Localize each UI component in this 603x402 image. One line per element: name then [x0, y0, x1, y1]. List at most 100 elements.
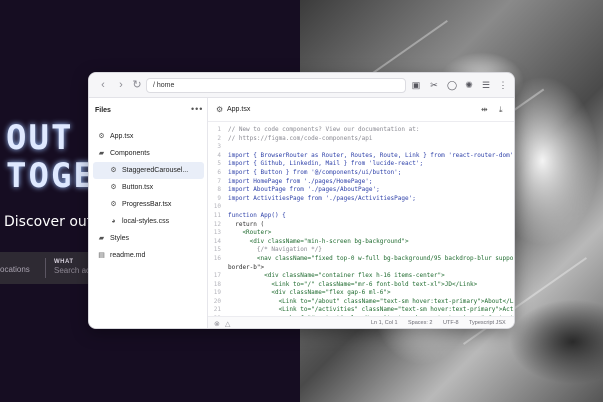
split-view-icon[interactable]: ⇹ [481, 105, 488, 114]
gear-icon: ⚙ [110, 167, 117, 174]
code-line[interactable]: 12 return ( [208, 220, 514, 230]
gear-icon: ⚙ [98, 133, 105, 140]
arrow-right-icon[interactable]: › [115, 79, 127, 91]
code-text: <Link to="/about" className="text-sm hov… [228, 297, 515, 305]
search-divider [45, 258, 46, 278]
code-text: import { BrowserRouter as Router, Routes… [228, 151, 515, 159]
cursor-position[interactable]: Ln 1, Col 1 [371, 317, 398, 328]
code-text: import { Github, Linkedin, Mail } from '… [228, 160, 424, 168]
location-text: ocations [0, 265, 30, 274]
download-icon[interactable]: ⤓ [499, 105, 503, 115]
what-search-input[interactable]: Search ac [54, 266, 90, 275]
line-number: 13 [213, 229, 221, 237]
line-number: 9 [217, 194, 221, 202]
code-text: import AboutPage from './pages/AboutPage… [228, 186, 380, 194]
gear-icon: ⚙ [110, 201, 117, 208]
line-number: 10 [213, 203, 221, 211]
line-number: 20 [213, 297, 221, 305]
notes-icon[interactable]: ☰ [480, 79, 492, 91]
code-text: return ( [228, 220, 265, 228]
file-item-app[interactable]: ⚙ App.tsx [89, 128, 208, 145]
line-number: 6 [217, 168, 221, 176]
error-icon[interactable]: ⊗ [214, 318, 220, 328]
code-text: // New to code components? View our docu… [228, 126, 420, 133]
code-line[interactable]: 15 {/* Navigation */} [208, 246, 514, 255]
language-status[interactable]: Typescript JSX [469, 317, 506, 328]
code-line[interactable]: 6 import { Button } from '@/components/ui… [208, 168, 514, 178]
line-number: 1 [217, 126, 221, 133]
code-text: border-b"> [228, 263, 265, 271]
hero-title-line-1: OUT [6, 118, 74, 158]
code-area[interactable]: 1 // New to code components? View our doc… [208, 126, 515, 316]
code-text: <Link to="/activities" className="text-s… [228, 306, 515, 314]
more-icon[interactable]: ⋮ [497, 79, 509, 91]
file-item-local-styles[interactable]: ◕ local-styles.css [89, 213, 208, 230]
line-number: 11 [213, 211, 221, 219]
code-line[interactable]: 20 <Link to="/about" className="text-sm … [208, 297, 515, 307]
line-number: 2 [217, 134, 221, 142]
arrow-left-icon[interactable]: ‹ [97, 79, 109, 91]
hero-title-line-2: TOGE [6, 156, 96, 196]
line-number: 21 [213, 306, 221, 314]
code-line[interactable]: 5 import { Github, Linkedin, Mail } from … [208, 160, 514, 169]
gear-icon: ⚙ [216, 105, 224, 114]
sparkle-icon[interactable]: ✺ [463, 79, 475, 91]
code-line[interactable]: 3 [208, 143, 514, 152]
line-number: 16 [213, 254, 221, 262]
warning-icon[interactable]: △ [225, 318, 230, 328]
line-number: 18 [213, 280, 221, 288]
code-line[interactable]: 8 import AboutPage from './pages/AboutPag… [208, 186, 514, 195]
code-line[interactable]: 13 <Router> [208, 229, 514, 238]
file-sidebar: Files ••• ⚙ App.tsx ▰ Components ⚙ Stagg… [89, 98, 208, 328]
line-number: 3 [217, 143, 221, 151]
cut-icon[interactable]: ✂ [428, 79, 440, 91]
folder-item-components[interactable]: ▰ Components [89, 145, 208, 162]
code-line[interactable]: 11 function App() { [208, 211, 514, 221]
line-number: 15 [213, 246, 221, 254]
line-number: 17 [213, 272, 221, 280]
file-item-button[interactable]: ⚙ Button.tsx [89, 179, 208, 196]
indentation-status[interactable]: Spaces: 2 [408, 317, 432, 328]
code-line[interactable]: border-b"> [208, 263, 514, 273]
code-line[interactable]: 10 [208, 203, 514, 212]
code-line[interactable]: 17 <div className="container flex h-16 i… [208, 272, 514, 281]
code-line[interactable]: 19 <div className="flex gap-6 ml-6"> [208, 289, 514, 298]
code-text: <div className="container flex h-16 item… [228, 272, 445, 280]
code-text: <div className="min-h-screen bg-backgrou… [228, 237, 409, 245]
code-line[interactable]: 2 // https://figma.com/code-components/ap… [208, 134, 514, 144]
code-line[interactable]: 21 <Link to="/activities" className="tex… [208, 306, 515, 315]
comment-icon[interactable]: ◯ [446, 79, 458, 91]
code-line[interactable]: 9 import ActivitiesPage from './pages/Act… [208, 194, 514, 204]
url-input[interactable]: / home [146, 78, 406, 93]
code-text: // https://figma.com/code-components/api [228, 134, 373, 142]
code-text: <Router> [228, 229, 272, 237]
line-number: 19 [213, 289, 221, 297]
reload-icon[interactable]: ↻ [131, 79, 143, 91]
code-line[interactable]: 7 import HomePage from './pages/HomePage'… [208, 177, 514, 187]
code-editor-window: ‹ › ↻ / home ▣ ✂ ◯ ✺ ☰ ⋮ Files ••• ⚙ App… [88, 72, 515, 329]
file-item-progress-bar[interactable]: ⚙ ProgressBar.tsx [89, 196, 208, 213]
status-bar: ⊗ △ Ln 1, Col 1 Spaces: 2 UTF-8 Typescri… [208, 316, 514, 328]
editor-tab[interactable]: ⚙ App.tsx ⇹ ⤓ [208, 98, 514, 122]
code-line[interactable]: 18 <Link to="/" className="mr-6 font-bol… [208, 280, 514, 290]
editor-pane: ⚙ App.tsx ⇹ ⤓ 1 // New to code components… [208, 98, 515, 328]
line-number: 8 [217, 186, 221, 194]
code-line[interactable]: 16 <nav className="fixed top-0 w-full bg… [208, 254, 514, 264]
code-text: function App() { [228, 211, 286, 219]
code-line[interactable]: 4 import { BrowserRouter as Router, Route… [208, 151, 515, 161]
code-text: import HomePage from './pages/HomePage'; [228, 177, 373, 185]
line-number: 14 [213, 237, 221, 245]
line-number: 4 [217, 151, 221, 159]
gear-icon: ⚙ [110, 184, 117, 191]
code-line[interactable]: 14 <div className="min-h-screen bg-backg… [208, 237, 514, 247]
folder-item-styles[interactable]: ▰ Styles [89, 230, 208, 247]
file-item-staggered-carousel[interactable]: ⚙ StaggeredCarousel... [93, 162, 204, 179]
palette-icon: ◕ [111, 218, 116, 225]
encoding-status[interactable]: UTF-8 [443, 317, 459, 328]
code-line[interactable]: 1 // New to code components? View our doc… [208, 126, 514, 135]
more-options-icon[interactable]: ••• [191, 104, 203, 114]
doc-icon: ▤ [98, 252, 105, 259]
file-item-readme[interactable]: ▤ readme.md [89, 247, 208, 264]
folder-icon: ▰ [98, 150, 105, 157]
layout-icon[interactable]: ▣ [410, 79, 422, 91]
